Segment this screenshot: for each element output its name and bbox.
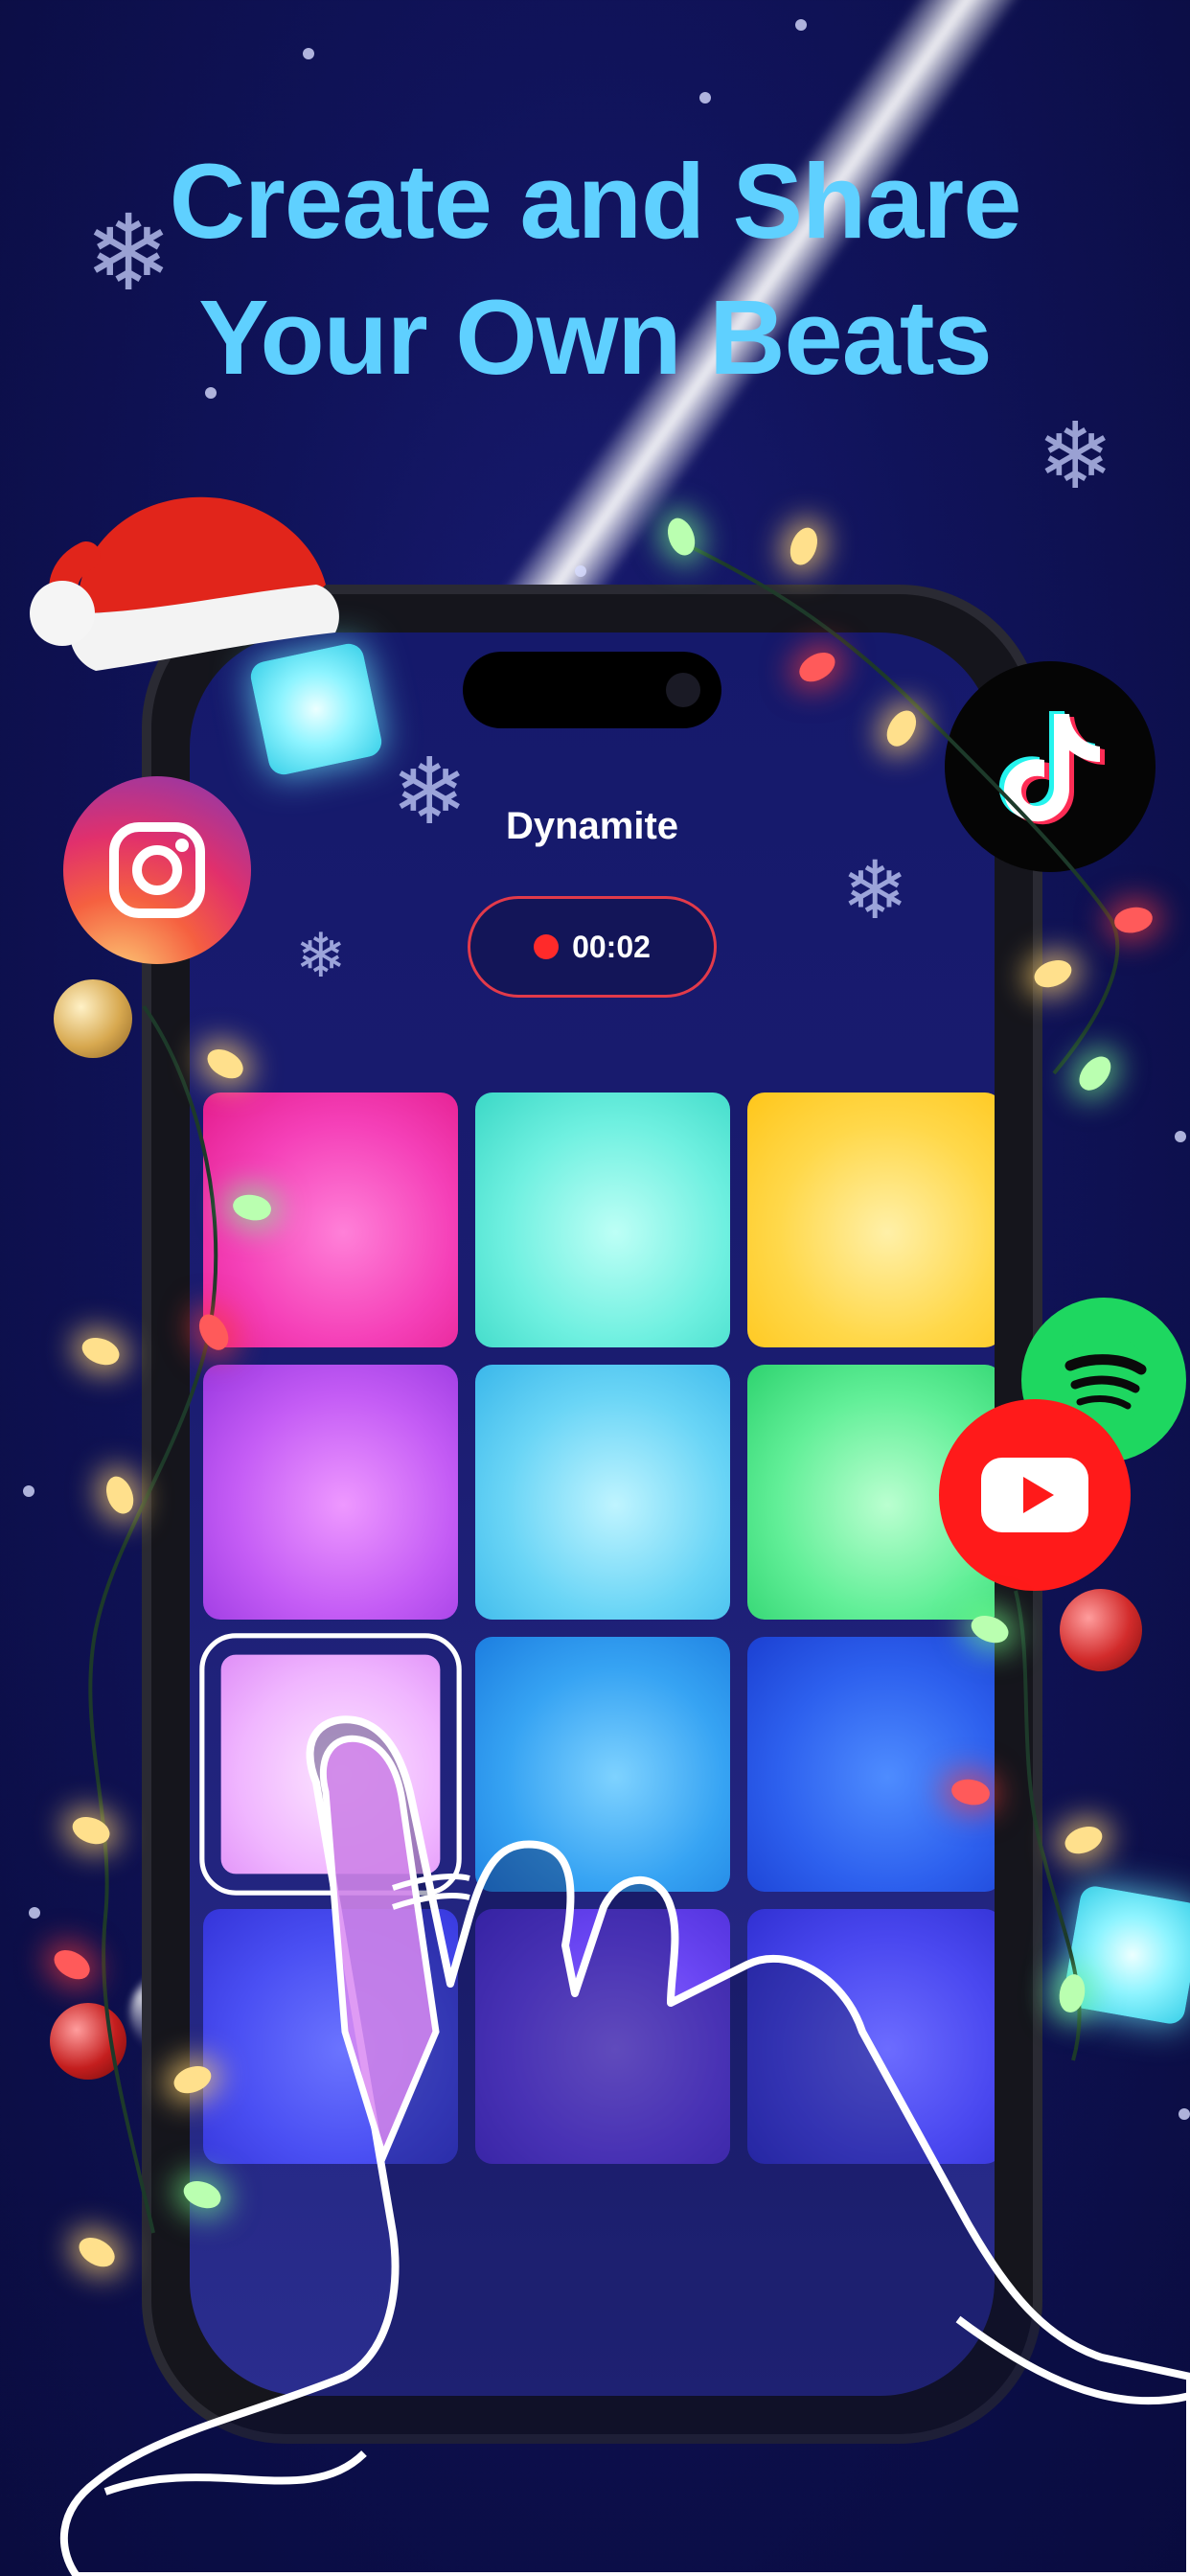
light-strand (88, 535, 1120, 2234)
